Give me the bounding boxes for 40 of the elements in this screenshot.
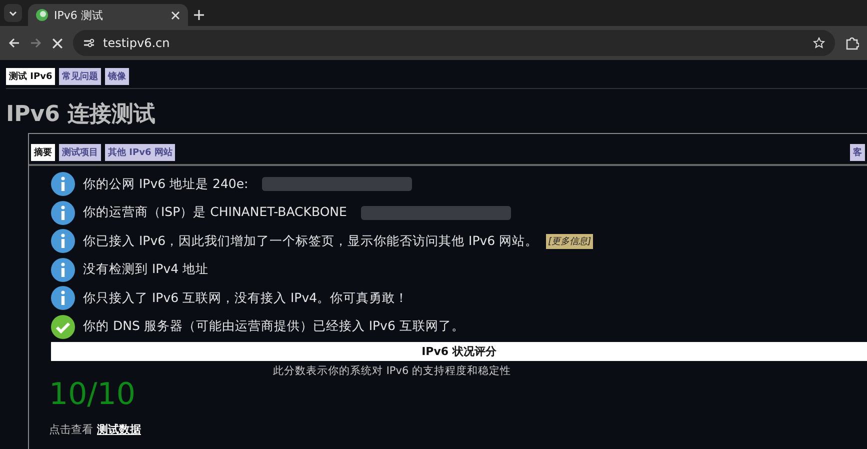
star-icon[interactable] <box>813 37 825 49</box>
info-icon <box>51 229 75 254</box>
checkmark-icon <box>51 314 75 339</box>
extensions-icon[interactable] <box>845 36 859 50</box>
tab-list-button[interactable] <box>4 4 22 22</box>
page-heading: IPv6 连接测试 <box>6 101 157 129</box>
forward-icon[interactable] <box>30 37 42 49</box>
result-text: 没有检测到 IPv4 地址 <box>83 261 209 278</box>
panel-tab[interactable]: 客 <box>850 144 865 161</box>
score-description: 此分数表示你的系统对 IPv6 的支持程度和稳定性 <box>273 364 512 378</box>
close-icon[interactable] <box>171 10 180 20</box>
panel-tab[interactable]: 其他 IPv6 网站 <box>105 144 176 161</box>
back-icon[interactable] <box>8 37 20 49</box>
nav-tab[interactable]: 测试 IPv6 <box>6 68 56 85</box>
globe-icon <box>36 9 48 21</box>
test-data-link[interactable]: 测试数据 <box>97 422 141 437</box>
site-settings-icon[interactable] <box>83 37 95 49</box>
result-text: 你已接入 IPv6，因此我们增加了一个标签页，显示你能否访问其他 IPv6 网站。 <box>83 232 538 250</box>
url-text: testipv6.cn <box>103 36 171 50</box>
score-title: IPv6 状况评分 <box>51 342 867 361</box>
info-icon <box>51 172 75 196</box>
nav-tab[interactable]: 常见问题 <box>59 68 102 85</box>
panel-tab[interactable]: 测试项目 <box>59 144 101 161</box>
nav-tab[interactable]: 镜像 <box>105 68 130 85</box>
info-icon <box>51 200 75 225</box>
panel-tab[interactable]: 摘要 <box>31 144 55 161</box>
tab-title: IPv6 测试 <box>54 8 104 22</box>
stop-icon[interactable] <box>52 38 63 48</box>
footer-text: 点击查看 <box>49 422 93 437</box>
address-bar[interactable]: testipv6.cn <box>73 30 835 56</box>
result-text: 你的 DNS 服务器（可能由运营商提供）已经接入 IPv6 互联网了。 <box>83 318 464 336</box>
new-tab-icon[interactable] <box>194 10 204 20</box>
result-text: 你的公网 IPv6 地址是 240e: <box>83 176 248 193</box>
score-value: 10/10 <box>49 378 136 412</box>
info-icon <box>51 286 75 310</box>
browser-tab[interactable]: IPv6 测试 <box>28 4 188 26</box>
more-info-link[interactable]: [更多信息] <box>546 234 594 249</box>
info-icon <box>51 258 75 282</box>
result-text: 你的运营商（ISP）是 CHINANET-BACKBONE <box>83 204 347 222</box>
result-text: 你只接入了 IPv6 互联网，没有接入 IPv4。你可真勇敢！ <box>83 290 408 307</box>
